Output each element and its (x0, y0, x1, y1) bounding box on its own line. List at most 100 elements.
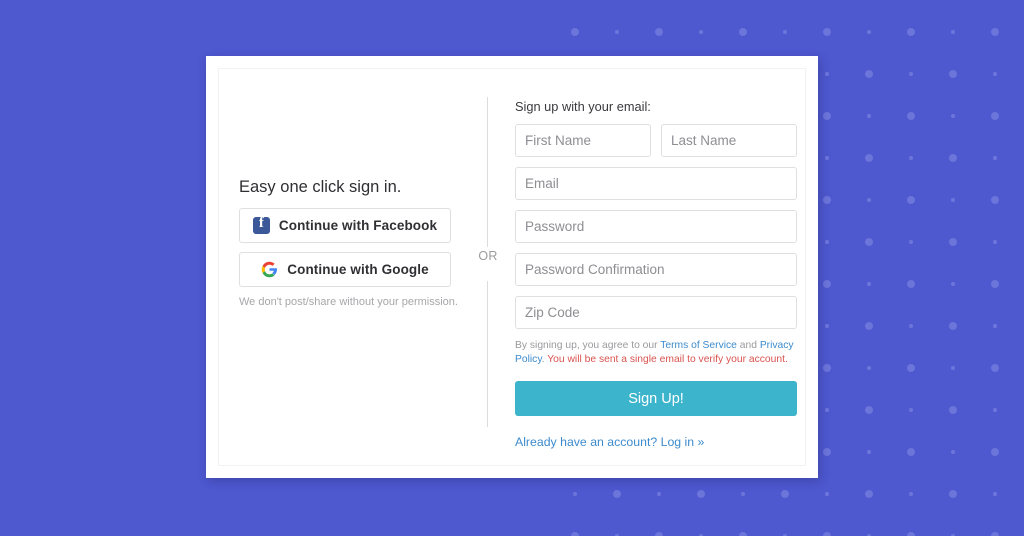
background-dot (571, 532, 579, 536)
background-dot (951, 450, 955, 454)
background-dot (825, 408, 829, 412)
background-dot (613, 490, 621, 498)
background-dot (615, 30, 619, 34)
background-dot (781, 490, 789, 498)
background-dot (865, 154, 873, 162)
password-input[interactable] (515, 210, 797, 243)
google-icon (261, 261, 278, 278)
background-dot (825, 156, 829, 160)
background-dot (867, 30, 871, 34)
legal-conjunction: and (736, 340, 760, 351)
terms-of-service-link[interactable]: Terms of Service (660, 340, 737, 351)
background-dot (993, 324, 997, 328)
background-dot (907, 196, 915, 204)
continue-with-google-button[interactable]: Continue with Google (239, 252, 451, 287)
background-dot (783, 30, 787, 34)
background-dot (655, 28, 663, 36)
background-dot (951, 282, 955, 286)
background-dot (993, 72, 997, 76)
background-dot (825, 72, 829, 76)
zip-code-input[interactable] (515, 296, 797, 329)
background-dot (823, 280, 831, 288)
background-dot (739, 532, 747, 536)
background-dot (825, 492, 829, 496)
or-divider: OR (475, 97, 515, 427)
first-name-input[interactable] (515, 124, 651, 157)
legal-prefix: By signing up, you agree to our (515, 340, 661, 351)
background-dot (865, 322, 873, 330)
background-dot (991, 28, 999, 36)
background-dot (867, 198, 871, 202)
background-dot (867, 450, 871, 454)
background-dot (909, 72, 913, 76)
background-dot (907, 532, 915, 536)
background-dot (865, 238, 873, 246)
background-dot (739, 28, 747, 36)
continue-with-google-label: Continue with Google (287, 262, 429, 277)
log-in-link[interactable]: Already have an account? Log in » (515, 435, 704, 449)
email-signup-form: Sign up with your email: By signing up, … (515, 99, 797, 451)
signup-card-inner-panel: Easy one click sign in. Continue with Fa… (218, 68, 806, 466)
background-dot (991, 196, 999, 204)
background-dot (865, 490, 873, 498)
background-dot (867, 282, 871, 286)
background-dot (573, 492, 577, 496)
background-dot (949, 490, 957, 498)
background-dot (949, 70, 957, 78)
divider-line-top (487, 97, 488, 247)
background-dot (951, 198, 955, 202)
background-dot (909, 240, 913, 244)
background-dot (993, 156, 997, 160)
background-dot (825, 240, 829, 244)
legal-disclaimer: By signing up, you agree to our Terms of… (515, 339, 797, 367)
name-field-row (515, 124, 797, 167)
background-dot (949, 406, 957, 414)
background-dot (823, 532, 831, 536)
background-dot (949, 238, 957, 246)
background-dot (823, 196, 831, 204)
background-dot (823, 112, 831, 120)
background-dot (909, 324, 913, 328)
or-divider-label: OR (478, 249, 498, 263)
divider-line-bottom (487, 281, 488, 427)
background-dot (907, 280, 915, 288)
last-name-input[interactable] (661, 124, 797, 157)
background-dot (907, 364, 915, 372)
password-confirmation-input[interactable] (515, 253, 797, 286)
background-dot (951, 114, 955, 118)
background-dot (741, 492, 745, 496)
background-dot (949, 322, 957, 330)
verification-warning: You will be sent a single email to verif… (547, 354, 788, 366)
sign-up-button[interactable]: Sign Up! (515, 381, 797, 417)
background-dot (655, 532, 663, 536)
background-dot (993, 408, 997, 412)
background-dot (991, 112, 999, 120)
background-dot (867, 366, 871, 370)
continue-with-facebook-label: Continue with Facebook (278, 218, 438, 233)
background-dot (909, 408, 913, 412)
social-signin-heading: Easy one click sign in. (239, 178, 402, 196)
background-dot (907, 28, 915, 36)
background-dot (657, 492, 661, 496)
form-heading: Sign up with your email: (515, 99, 651, 114)
continue-with-facebook-button[interactable]: Continue with Facebook (239, 208, 451, 243)
background-dot (825, 324, 829, 328)
background-dot (909, 156, 913, 160)
signup-card: Easy one click sign in. Continue with Fa… (206, 56, 818, 478)
social-signin-panel: Easy one click sign in. Continue with Fa… (239, 99, 487, 308)
background-dot (949, 154, 957, 162)
privacy-note: We don't post/share without your permiss… (239, 296, 458, 308)
background-dot (907, 112, 915, 120)
email-input[interactable] (515, 167, 797, 200)
background-dot (823, 364, 831, 372)
background-dot (991, 280, 999, 288)
background-dot (699, 30, 703, 34)
background-dot (823, 448, 831, 456)
background-dot (571, 28, 579, 36)
background-dot (823, 28, 831, 36)
background-dot (993, 240, 997, 244)
background-dot (951, 30, 955, 34)
background-dot (991, 448, 999, 456)
background-dot (697, 490, 705, 498)
background-dot (991, 532, 999, 536)
